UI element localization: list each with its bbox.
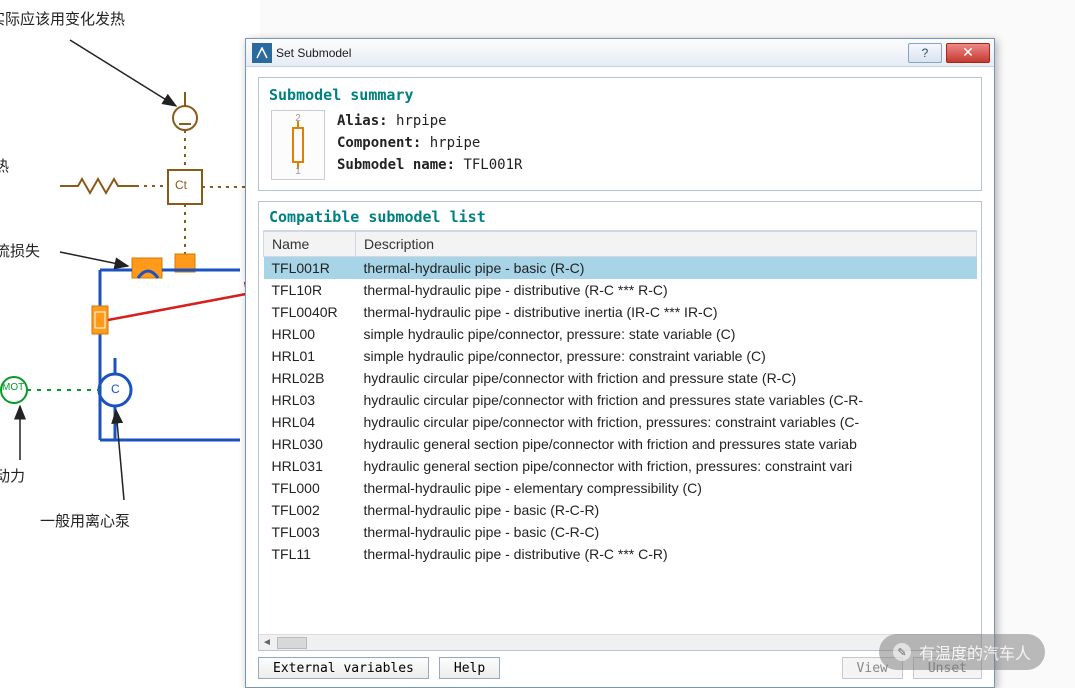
table-row[interactable]: HRL01simple hydraulic pipe/connector, pr… [264, 345, 977, 367]
row-name: TFL003 [264, 521, 356, 543]
row-description: hydraulic circular pipe/connector with f… [356, 389, 977, 411]
submodel-table-scroll[interactable]: Name Description TFL001Rthermal-hydrauli… [263, 230, 977, 630]
wechat-icon: ✎ [893, 643, 911, 661]
row-description: thermal-hydraulic pipe - distributive (R… [356, 543, 977, 565]
row-name: TFL001R [264, 257, 356, 280]
row-description: thermal-hydraulic pipe - basic (R-C) [356, 257, 977, 280]
row-name: HRL031 [264, 455, 356, 477]
row-name: HRL01 [264, 345, 356, 367]
alias-key: Alias: [337, 113, 388, 129]
app-icon [252, 43, 272, 63]
row-description: hydraulic circular pipe/connector with f… [356, 367, 977, 389]
table-row[interactable]: TFL11thermal-hydraulic pipe - distributi… [264, 543, 977, 565]
row-description: simple hydraulic pipe/connector, pressur… [356, 345, 977, 367]
scroll-thumb[interactable] [277, 637, 307, 649]
compatible-heading: Compatible submodel list [259, 202, 981, 230]
col-name[interactable]: Name [264, 232, 356, 257]
row-name: HRL00 [264, 323, 356, 345]
watermark: ✎ 有温度的汽车人 [879, 634, 1045, 670]
row-name: TFL10R [264, 279, 356, 301]
row-description: thermal-hydraulic pipe - basic (R-C-R) [356, 499, 977, 521]
row-description: thermal-hydraulic pipe - elementary comp… [356, 477, 977, 499]
horizontal-scrollbar[interactable]: ◄ [259, 634, 981, 650]
summary-heading: Submodel summary [269, 86, 971, 104]
dialog-titlebar[interactable]: Set Submodel ? ✕ [246, 39, 994, 67]
port-1-label: 1 [295, 166, 301, 177]
scroll-left-icon[interactable]: ◄ [259, 637, 275, 648]
external-variables-button[interactable]: External variables [258, 657, 429, 679]
diagram-svg [0, 0, 260, 540]
table-row[interactable]: HRL031hydraulic general section pipe/con… [264, 455, 977, 477]
row-description: thermal-hydraulic pipe - distributive in… [356, 301, 977, 323]
component-thumbnail: 2 1 [271, 110, 325, 180]
col-description[interactable]: Description [356, 232, 977, 257]
table-row[interactable]: TFL000thermal-hydraulic pipe - elementar… [264, 477, 977, 499]
pump-cap-label: C [111, 382, 120, 396]
table-row[interactable]: HRL02Bhydraulic circular pipe/connector … [264, 367, 977, 389]
row-name: HRL02B [264, 367, 356, 389]
submodel-name-value: TFL001R [463, 157, 522, 173]
table-row[interactable]: HRL04hydraulic circular pipe/connector w… [264, 411, 977, 433]
row-name: TFL11 [264, 543, 356, 565]
close-icon: ✕ [962, 44, 974, 61]
help-footer-button[interactable]: Help [439, 657, 500, 679]
motor-label: MOT [2, 382, 24, 393]
submodel-summary-box: Submodel summary 2 1 Alias: hrpipe Compo… [258, 77, 982, 191]
table-row[interactable]: TFL001Rthermal-hydraulic pipe - basic (R… [264, 257, 977, 280]
row-description: simple hydraulic pipe/connector, pressur… [356, 323, 977, 345]
row-name: TFL002 [264, 499, 356, 521]
row-name: TFL000 [264, 477, 356, 499]
row-name: HRL03 [264, 389, 356, 411]
dialog-title: Set Submodel [276, 46, 908, 60]
row-description: thermal-hydraulic pipe - distributive (R… [356, 279, 977, 301]
pipe-icon [292, 127, 304, 163]
diagram-canvas: 热，实际应该用变化发热 热 节流损失 驱动力 一般用离心泵 Ct MOT C [0, 0, 260, 688]
table-row[interactable]: TFL003thermal-hydraulic pipe - basic (C-… [264, 521, 977, 543]
watermark-text: 有温度的汽车人 [919, 640, 1031, 664]
diagram-label-pump: 一般用离心泵 [40, 510, 130, 531]
row-description: thermal-hydraulic pipe - basic (C-R-C) [356, 521, 977, 543]
table-row[interactable]: TFL10Rthermal-hydraulic pipe - distribut… [264, 279, 977, 301]
table-row[interactable]: HRL00simple hydraulic pipe/connector, pr… [264, 323, 977, 345]
close-button[interactable]: ✕ [946, 43, 990, 63]
table-row[interactable]: HRL03hydraulic circular pipe/connector w… [264, 389, 977, 411]
row-description: hydraulic general section pipe/connector… [356, 455, 977, 477]
submodel-name-key: Submodel name: [337, 157, 455, 173]
diagram-label-drive: 驱动力 [0, 465, 25, 486]
row-name: HRL030 [264, 433, 356, 455]
compatible-list-box: Compatible submodel list Name Descriptio… [258, 201, 982, 651]
question-icon: ? [922, 46, 929, 60]
set-submodel-dialog: Set Submodel ? ✕ Submodel summary 2 1 Al… [245, 38, 995, 688]
row-description: hydraulic circular pipe/connector with f… [356, 411, 977, 433]
help-button[interactable]: ? [908, 43, 942, 63]
table-row[interactable]: TFL0040Rthermal-hydraulic pipe - distrib… [264, 301, 977, 323]
ct-block-label: Ct [175, 178, 187, 192]
table-row[interactable]: TFL002thermal-hydraulic pipe - basic (R-… [264, 499, 977, 521]
row-name: HRL04 [264, 411, 356, 433]
row-description: hydraulic general section pipe/connector… [356, 433, 977, 455]
table-row[interactable]: HRL030hydraulic general section pipe/con… [264, 433, 977, 455]
alias-value: hrpipe [396, 113, 447, 129]
submodel-table: Name Description TFL001Rthermal-hydrauli… [263, 231, 977, 565]
row-name: TFL0040R [264, 301, 356, 323]
component-value: hrpipe [430, 135, 481, 151]
diagram-label-top: 热，实际应该用变化发热 [0, 8, 125, 29]
diagram-label-throttle: 节流损失 [0, 240, 40, 261]
diagram-label-heat: 热 [0, 155, 9, 176]
component-key: Component: [337, 135, 421, 151]
